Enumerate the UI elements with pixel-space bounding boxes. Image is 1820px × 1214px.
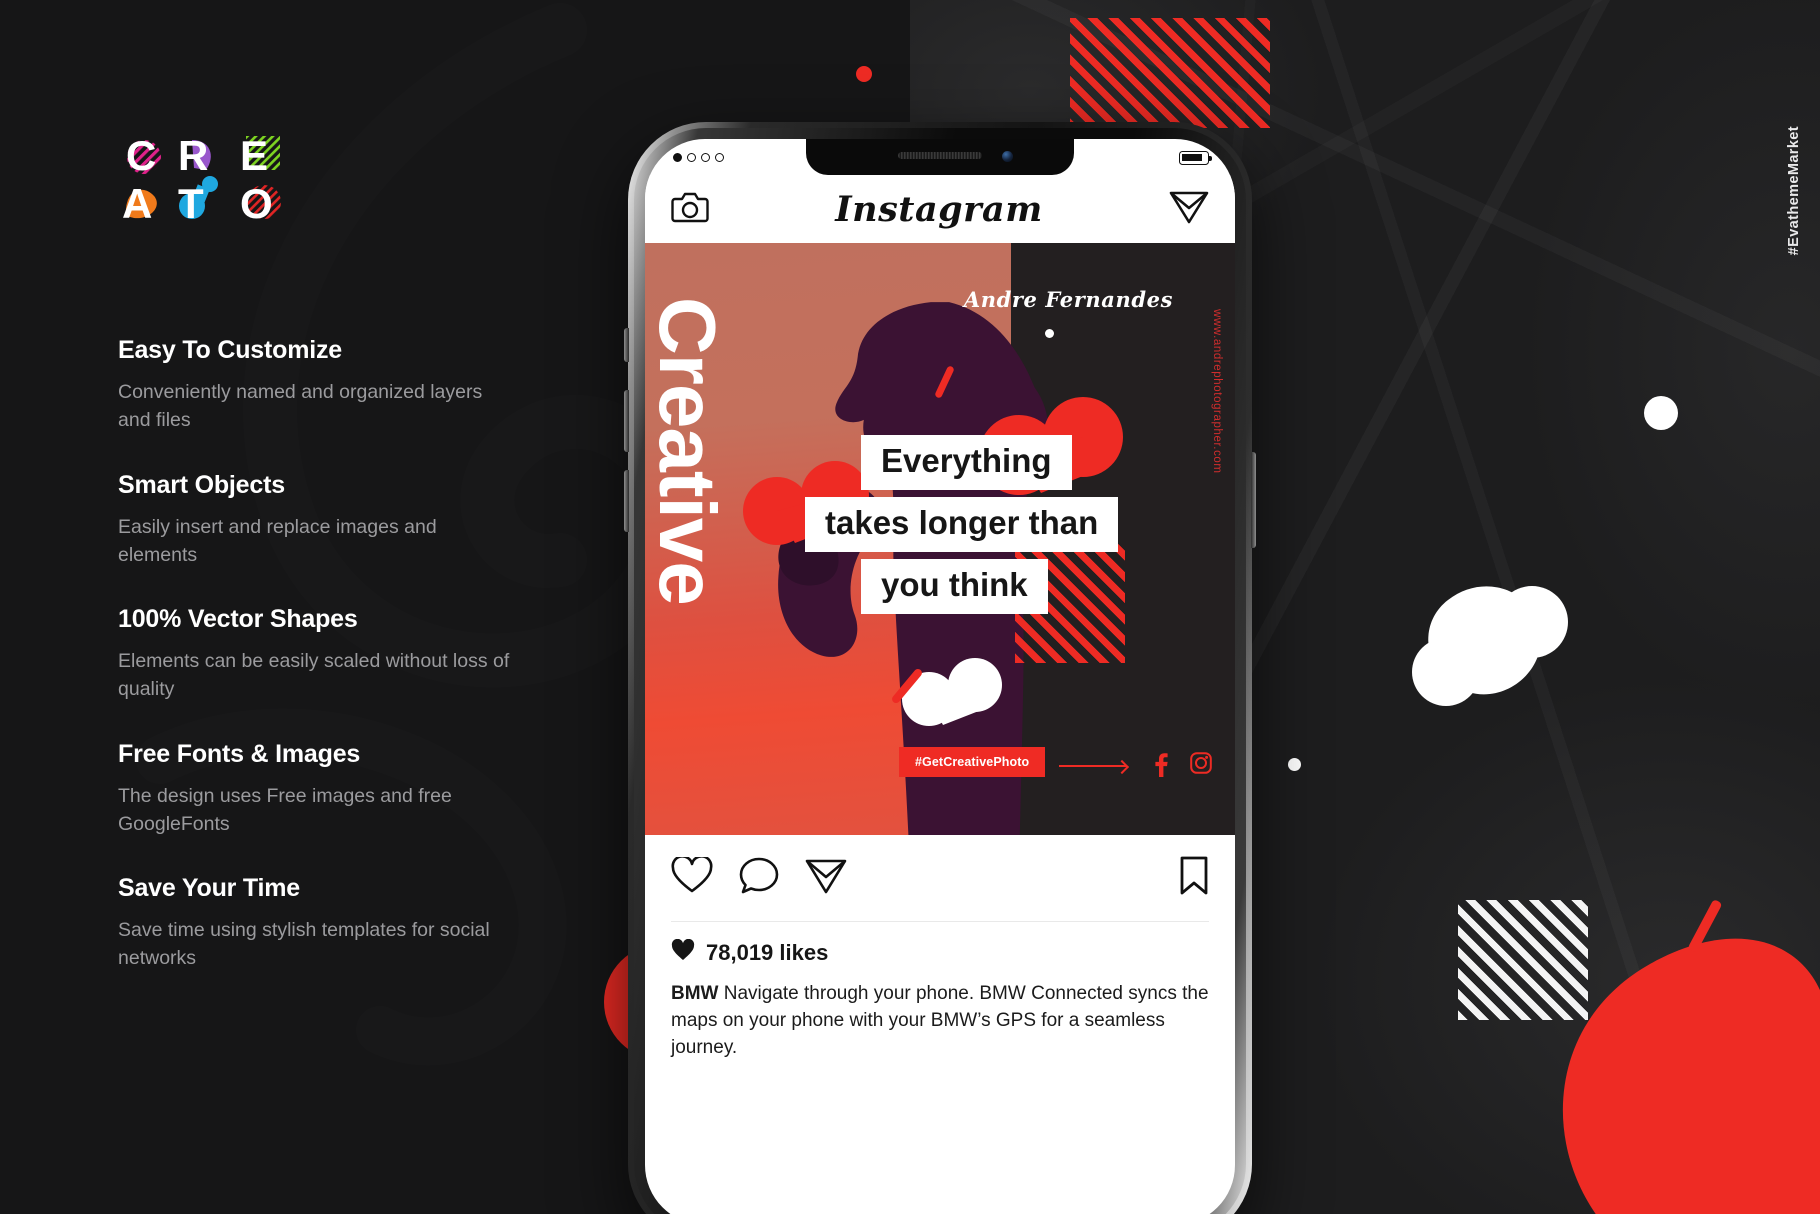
iphone-mockup: Instagram Creative Andre Fernandes www.a… [624, 122, 1256, 1214]
facebook-icon[interactable] [1155, 753, 1168, 782]
battery-icon [1179, 151, 1212, 165]
logo-letter-c: C [126, 132, 161, 179]
feature-title: Easy To Customize [118, 336, 342, 364]
svg-text:R: R [178, 132, 208, 179]
comment-icon[interactable] [739, 856, 779, 901]
earpiece-speaker-icon [898, 152, 982, 159]
evatheme-market-tag: #EvathemeMarket [1786, 126, 1802, 256]
feature-item: Easy To Customize Conveniently named and… [118, 336, 518, 435]
poster-canvas: C R E A T O Easy To Customize Convenient… [0, 0, 1820, 1214]
phone-screen: Instagram Creative Andre Fernandes www.a… [645, 139, 1235, 1214]
feature-description: The design uses Free images and free Goo… [118, 784, 452, 835]
post-author-name: Andre Fernandes [963, 287, 1173, 312]
instagram-wordmark: Instagram [835, 188, 1043, 230]
hashtag-badge[interactable]: #GetCreativePhoto [899, 747, 1046, 777]
svg-text:O: O [240, 180, 273, 220]
creato-logo: C R E A T O [118, 128, 318, 227]
logo-letter-e: E [240, 132, 280, 179]
feature-item: Save Your Time Save time using stylish t… [118, 874, 518, 973]
feature-description: Easily insert and replace images and ele… [118, 515, 437, 566]
svg-text:E: E [240, 132, 268, 179]
signal-strength-icon [673, 153, 724, 162]
camera-icon[interactable] [671, 190, 709, 229]
bookmark-icon[interactable] [1179, 856, 1209, 901]
feature-title: Save Your Time [118, 874, 301, 903]
heart-icon[interactable] [671, 854, 713, 900]
feature-title: Free Fonts & Images [118, 739, 361, 768]
white-dot-small-mid [1288, 758, 1301, 771]
post-white-dot [1045, 329, 1054, 338]
white-stripes-bottom-right [1458, 900, 1588, 1020]
logo-letter-o: O [240, 180, 281, 227]
caption-author[interactable]: BMW [671, 983, 718, 1004]
red-stripes-top [1070, 18, 1270, 128]
white-blob-right [1412, 586, 1568, 706]
share-icon[interactable] [805, 857, 847, 900]
feature-item: 100% Vector Shapes Elements can be easil… [118, 605, 518, 704]
heart-filled-icon [671, 938, 695, 967]
feature-description: Conveniently named and organized layers … [118, 381, 483, 432]
instagram-icon[interactable] [1190, 752, 1212, 779]
feature-item: Smart Objects Easily insert and replace … [118, 471, 518, 570]
white-dot-right [1644, 396, 1678, 430]
likes-row: 78,019 likes [671, 938, 1209, 967]
actions-divider [671, 921, 1209, 922]
post-meta: 78,019 likes BMW Navigate through your p… [671, 938, 1209, 1062]
instagram-header: Instagram [645, 175, 1235, 243]
power-button[interactable] [1251, 452, 1256, 548]
svg-text:A: A [122, 180, 152, 220]
logo-letter-t: T [178, 176, 218, 227]
arrow-line-decoration [1059, 765, 1127, 767]
feature-description: Save time using stylish templates for so… [118, 919, 490, 970]
caption-text: Navigate through your phone. BMW Connect… [671, 983, 1209, 1058]
post-actions-bar [645, 835, 1235, 921]
volume-up-button[interactable] [624, 390, 629, 452]
front-camera-icon [1002, 151, 1013, 162]
post-white-blob [902, 658, 1002, 726]
logo-letter-r: R [178, 132, 211, 179]
mute-switch[interactable] [624, 328, 629, 362]
likes-count: 78,019 likes [706, 940, 829, 965]
feature-title: Smart Objects [118, 470, 285, 499]
creative-vertical-word: Creative [645, 297, 732, 605]
red-dot-small-top [856, 66, 872, 82]
feature-description: Elements can be easily scaled without lo… [118, 650, 510, 701]
quote-line: takes longer than [805, 497, 1119, 552]
quote-line: Everything [861, 435, 1072, 490]
post-caption: BMW Navigate through your phone. BMW Con… [671, 981, 1209, 1062]
logo-letter-a: A [122, 180, 157, 227]
post-image[interactable]: Creative Andre Fernandes www.andrephotog… [645, 243, 1235, 835]
paper-plane-icon[interactable] [1169, 189, 1209, 230]
feature-list: Easy To Customize Conveniently named and… [118, 336, 518, 1009]
quote-line: you think [861, 559, 1048, 614]
post-website-url: www.andrephotographer.com [1211, 309, 1223, 474]
volume-down-button[interactable] [624, 470, 629, 532]
svg-text:C: C [126, 132, 156, 179]
feature-title: 100% Vector Shapes [118, 605, 358, 634]
svg-text:T: T [178, 180, 204, 220]
feature-item: Free Fonts & Images The design uses Free… [118, 740, 518, 839]
